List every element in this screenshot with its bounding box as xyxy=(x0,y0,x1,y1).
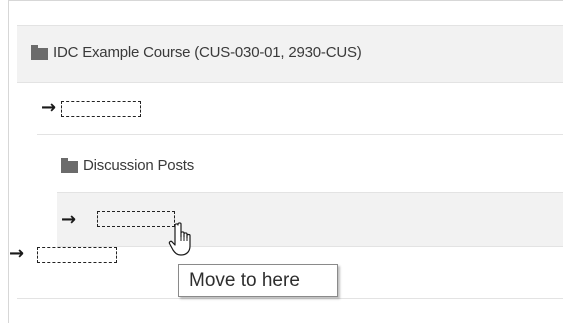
folder-icon xyxy=(61,158,78,173)
course-row: IDC Example Course (CUS-030-01, 2930-CUS… xyxy=(17,25,563,83)
course-name: IDC Example Course (CUS-030-01, 2930-CUS… xyxy=(53,44,362,61)
arrow-right-icon: → xyxy=(41,97,57,118)
move-to-here-target[interactable] xyxy=(97,211,175,227)
move-target-row: → xyxy=(37,83,563,135)
folder-name: Discussion Posts xyxy=(83,157,195,174)
folder-row: Discussion Posts xyxy=(57,135,563,193)
hand-pointer-icon xyxy=(168,222,191,256)
move-to-here-tooltip: Move to here xyxy=(178,264,338,297)
move-to-here-target[interactable] xyxy=(61,101,141,117)
move-to-here-target[interactable] xyxy=(37,247,117,263)
folder-icon xyxy=(31,45,48,60)
move-target-row: → xyxy=(57,193,563,247)
arrow-right-icon: → xyxy=(61,209,77,230)
arrow-right-icon: → xyxy=(9,243,25,264)
